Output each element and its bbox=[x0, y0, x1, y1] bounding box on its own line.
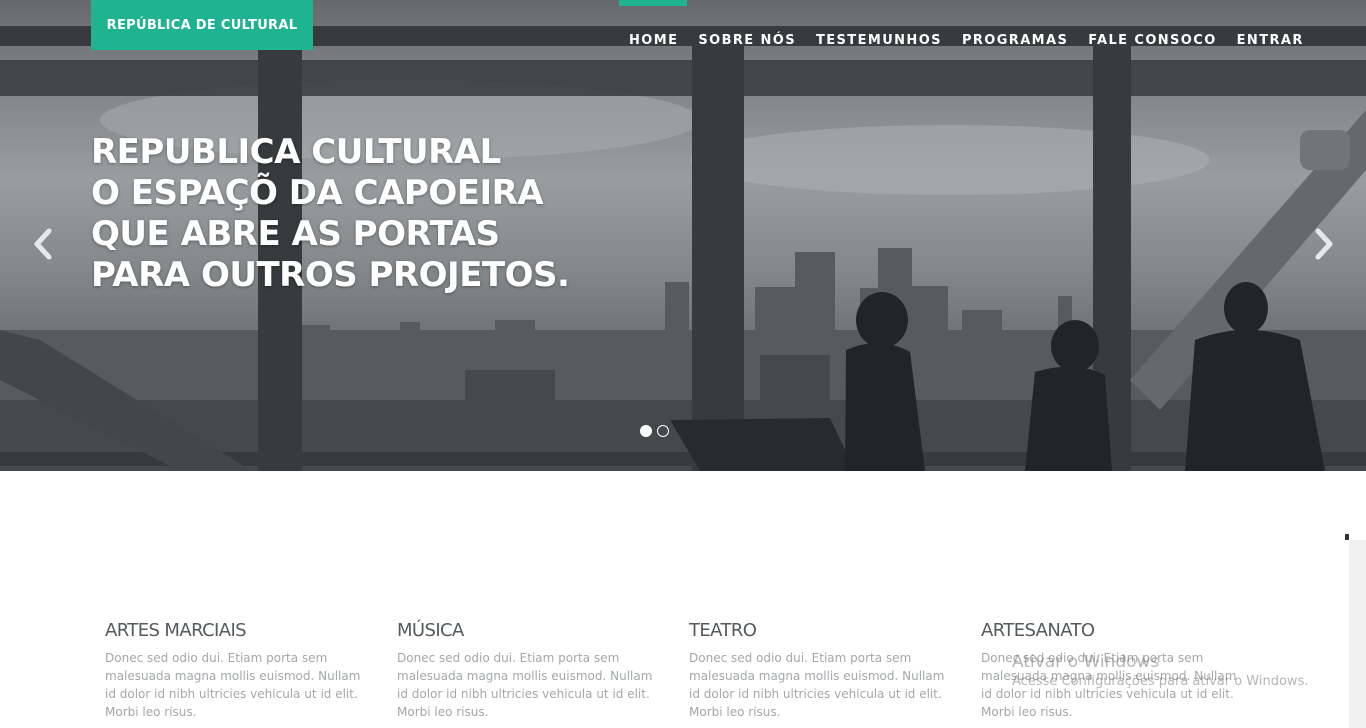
feature-teatro: TEATRO Donec sed odio dui. Etiam porta s… bbox=[689, 620, 981, 721]
chevron-right-icon bbox=[1315, 228, 1333, 260]
feature-text: Donec sed odio dui. Etiam porta sem male… bbox=[689, 651, 945, 719]
carousel-next-button[interactable] bbox=[1306, 224, 1342, 264]
nav-item-entrar[interactable]: ENTRAR bbox=[1227, 0, 1314, 60]
hero-headline-line: QUE ABRE AS PORTAS bbox=[91, 214, 500, 254]
feature-text: Donec sed odio dui. Etiam porta sem male… bbox=[397, 651, 653, 719]
main-nav: HOME SOBRE NÓS TESTEMUNHOS PROGRAMAS FAL… bbox=[619, 0, 1314, 60]
watermark-title: Ativar o Windows bbox=[1012, 652, 1160, 672]
feature-artes-marciais: ARTES MARCIAIS Donec sed odio dui. Etiam… bbox=[105, 620, 397, 721]
carousel-indicators bbox=[640, 425, 669, 437]
hero-headline-line: O ESPAÇÕ DA CAPOEIRA bbox=[91, 173, 544, 213]
nav-item-fale-consoco[interactable]: FALE CONSOCO bbox=[1078, 0, 1226, 60]
carousel-prev-button[interactable] bbox=[25, 224, 61, 264]
brand-logo-button[interactable]: REPÚBLICA DE CULTURAL bbox=[91, 0, 313, 50]
carousel-indicator-1[interactable] bbox=[640, 425, 652, 437]
feature-musica: MÚSICA Donec sed odio dui. Etiam porta s… bbox=[397, 620, 689, 721]
feature-title: ARTESANATO bbox=[981, 620, 1095, 641]
feature-text: Donec sed odio dui. Etiam porta sem male… bbox=[105, 651, 361, 719]
nav-item-testemunhos[interactable]: TESTEMUNHOS bbox=[806, 0, 952, 60]
hero-carousel: REPÚBLICA DE CULTURAL HOME SOBRE NÓS TES… bbox=[0, 0, 1366, 471]
carousel-indicator-2[interactable] bbox=[657, 425, 669, 437]
watermark-subtitle: Acesse Configurações para ativar o Windo… bbox=[1012, 674, 1309, 689]
feature-title: MÚSICA bbox=[397, 620, 464, 641]
nav-item-programas[interactable]: PROGRAMAS bbox=[952, 0, 1078, 60]
hero-headline-line: REPUBLICA CULTURAL bbox=[91, 132, 501, 172]
scrollbar-track[interactable] bbox=[1349, 540, 1366, 728]
feature-title: TEATRO bbox=[689, 620, 757, 641]
feature-title: ARTES MARCIAIS bbox=[105, 620, 247, 641]
nav-item-home[interactable]: HOME bbox=[619, 0, 688, 60]
hero-headline: REPUBLICA CULTURAL O ESPAÇÕ DA CAPOEIRA … bbox=[91, 132, 570, 296]
nav-item-sobre-nos[interactable]: SOBRE NÓS bbox=[688, 0, 806, 60]
windows-activation-watermark: Ativar o Windows Acesse Configurações pa… bbox=[1012, 652, 1308, 689]
chevron-left-icon bbox=[34, 228, 52, 260]
hero-headline-line: PARA OUTROS PROJETOS. bbox=[91, 255, 570, 295]
